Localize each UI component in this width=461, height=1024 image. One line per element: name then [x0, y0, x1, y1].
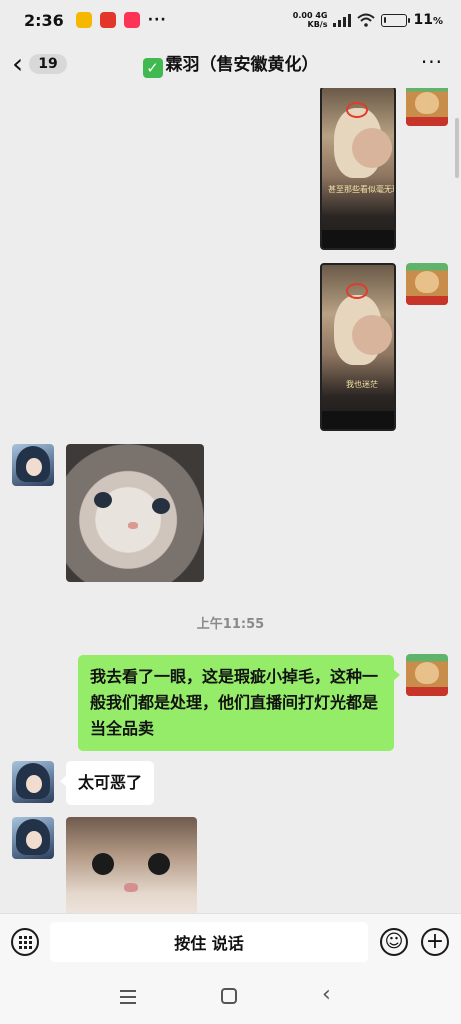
image-bottom-bar — [322, 230, 394, 248]
avatar-face — [415, 92, 439, 114]
status-bar: 2:36 ··· 0.00 4G KB/s 11% — [0, 0, 461, 40]
cat-eye — [92, 853, 114, 875]
contact-avatar[interactable] — [12, 817, 54, 859]
checkmark-icon: ✓ — [142, 58, 163, 78]
battery-percent: 11% — [413, 12, 443, 28]
chevron-left-icon: ‹ — [12, 47, 24, 80]
clock: 2:36 — [24, 10, 64, 30]
emoji-button[interactable]: ☺ — [380, 928, 408, 956]
back-button[interactable]: ‹ 19 — [12, 50, 67, 78]
avatar-face — [415, 271, 439, 293]
kitten-nose — [128, 522, 138, 529]
avatar-face — [26, 775, 42, 793]
page-title: ✓ 霖羽（售安徽黄化） — [0, 50, 461, 78]
my-message-bubble[interactable]: 我去看了一眼，这是瑕疵小掉毛，这种一般我们都是处理，他们直播间打灯光都是当全品卖 — [78, 655, 400, 751]
unread-count-badge: 19 — [29, 54, 67, 74]
more-functions-button[interactable]: + — [421, 928, 449, 956]
my-avatar[interactable] — [406, 88, 448, 126]
network-speed: 0.00 4G KB/s — [293, 11, 328, 29]
avatar-banner — [406, 296, 448, 305]
network-speed-value: 0.00 4G — [292, 11, 328, 20]
my-avatar[interactable] — [406, 263, 448, 305]
system-nav-bar: ‹ — [0, 970, 461, 1024]
contact-name: 霖羽（售安徽黄化） — [165, 55, 319, 75]
signal-icon — [333, 13, 352, 27]
image-caption: 甚至那些看似毫无瑕 — [328, 185, 396, 194]
recent-apps-button[interactable] — [120, 990, 136, 1004]
received-image-cat[interactable] — [66, 817, 197, 913]
my-avatar[interactable] — [406, 654, 448, 696]
avatar-face — [26, 831, 42, 849]
battery-fill — [384, 16, 387, 23]
image-bottom-bar — [322, 411, 394, 429]
shopping-app-icon — [99, 12, 116, 28]
image-caption: 我也迷茫 — [346, 380, 378, 389]
message-timestamp: 上午11:55 — [196, 617, 265, 632]
video-app-icon — [123, 12, 140, 28]
sent-image-1[interactable]: 甚至那些看似毫无瑕 — [320, 88, 396, 250]
message-list[interactable]: 甚至那些看似毫无瑕 我也迷茫 上午11:55 我去看了一眼，这是瑕疵小掉毛，这种… — [0, 88, 461, 913]
contact-avatar[interactable] — [12, 761, 54, 803]
scrollbar[interactable] — [455, 118, 459, 178]
input-bar: 按住 说话 ☺ + — [0, 913, 461, 970]
image-highlight-circle — [346, 102, 368, 118]
more-options-button[interactable]: ··· — [421, 50, 443, 74]
contact-message-bubble[interactable]: 太可恶了 — [59, 761, 155, 805]
note-app-icon — [75, 12, 92, 28]
emoji-icon: ☺ — [384, 931, 404, 952]
hold-to-talk-button[interactable]: 按住 说话 — [50, 922, 368, 962]
kitten-eye — [94, 492, 112, 508]
avatar-banner — [406, 117, 448, 126]
image-highlight-circle — [346, 283, 368, 299]
image-hand-shape — [352, 315, 392, 355]
avatar-banner — [406, 687, 448, 696]
battery-icon — [381, 13, 411, 27]
chat-header: ‹ 19 ✓ 霖羽（售安徽黄化） ··· — [0, 40, 461, 88]
cat-nose — [124, 883, 138, 892]
status-left: 2:36 ··· — [24, 11, 167, 30]
avatar-face — [26, 458, 42, 476]
image-hand-shape — [352, 128, 392, 168]
received-image-kitten[interactable] — [66, 444, 204, 582]
more-notifications-icon: ··· — [147, 12, 167, 28]
home-button[interactable] — [221, 988, 237, 1004]
keyboard-icon — [18, 935, 32, 949]
sent-image-2[interactable]: 我也迷茫 — [320, 263, 396, 431]
system-back-button[interactable]: ‹ — [322, 984, 331, 1006]
avatar-face — [415, 662, 439, 684]
keyboard-toggle-button[interactable] — [11, 928, 39, 956]
status-right: 0.00 4G KB/s 11% — [293, 11, 443, 29]
contact-avatar[interactable] — [12, 444, 54, 486]
cat-eye — [148, 853, 170, 875]
plus-icon: + — [425, 929, 445, 954]
wifi-icon — [357, 13, 376, 27]
network-speed-unit: KB/s — [307, 20, 328, 29]
kitten-eye — [152, 498, 170, 514]
